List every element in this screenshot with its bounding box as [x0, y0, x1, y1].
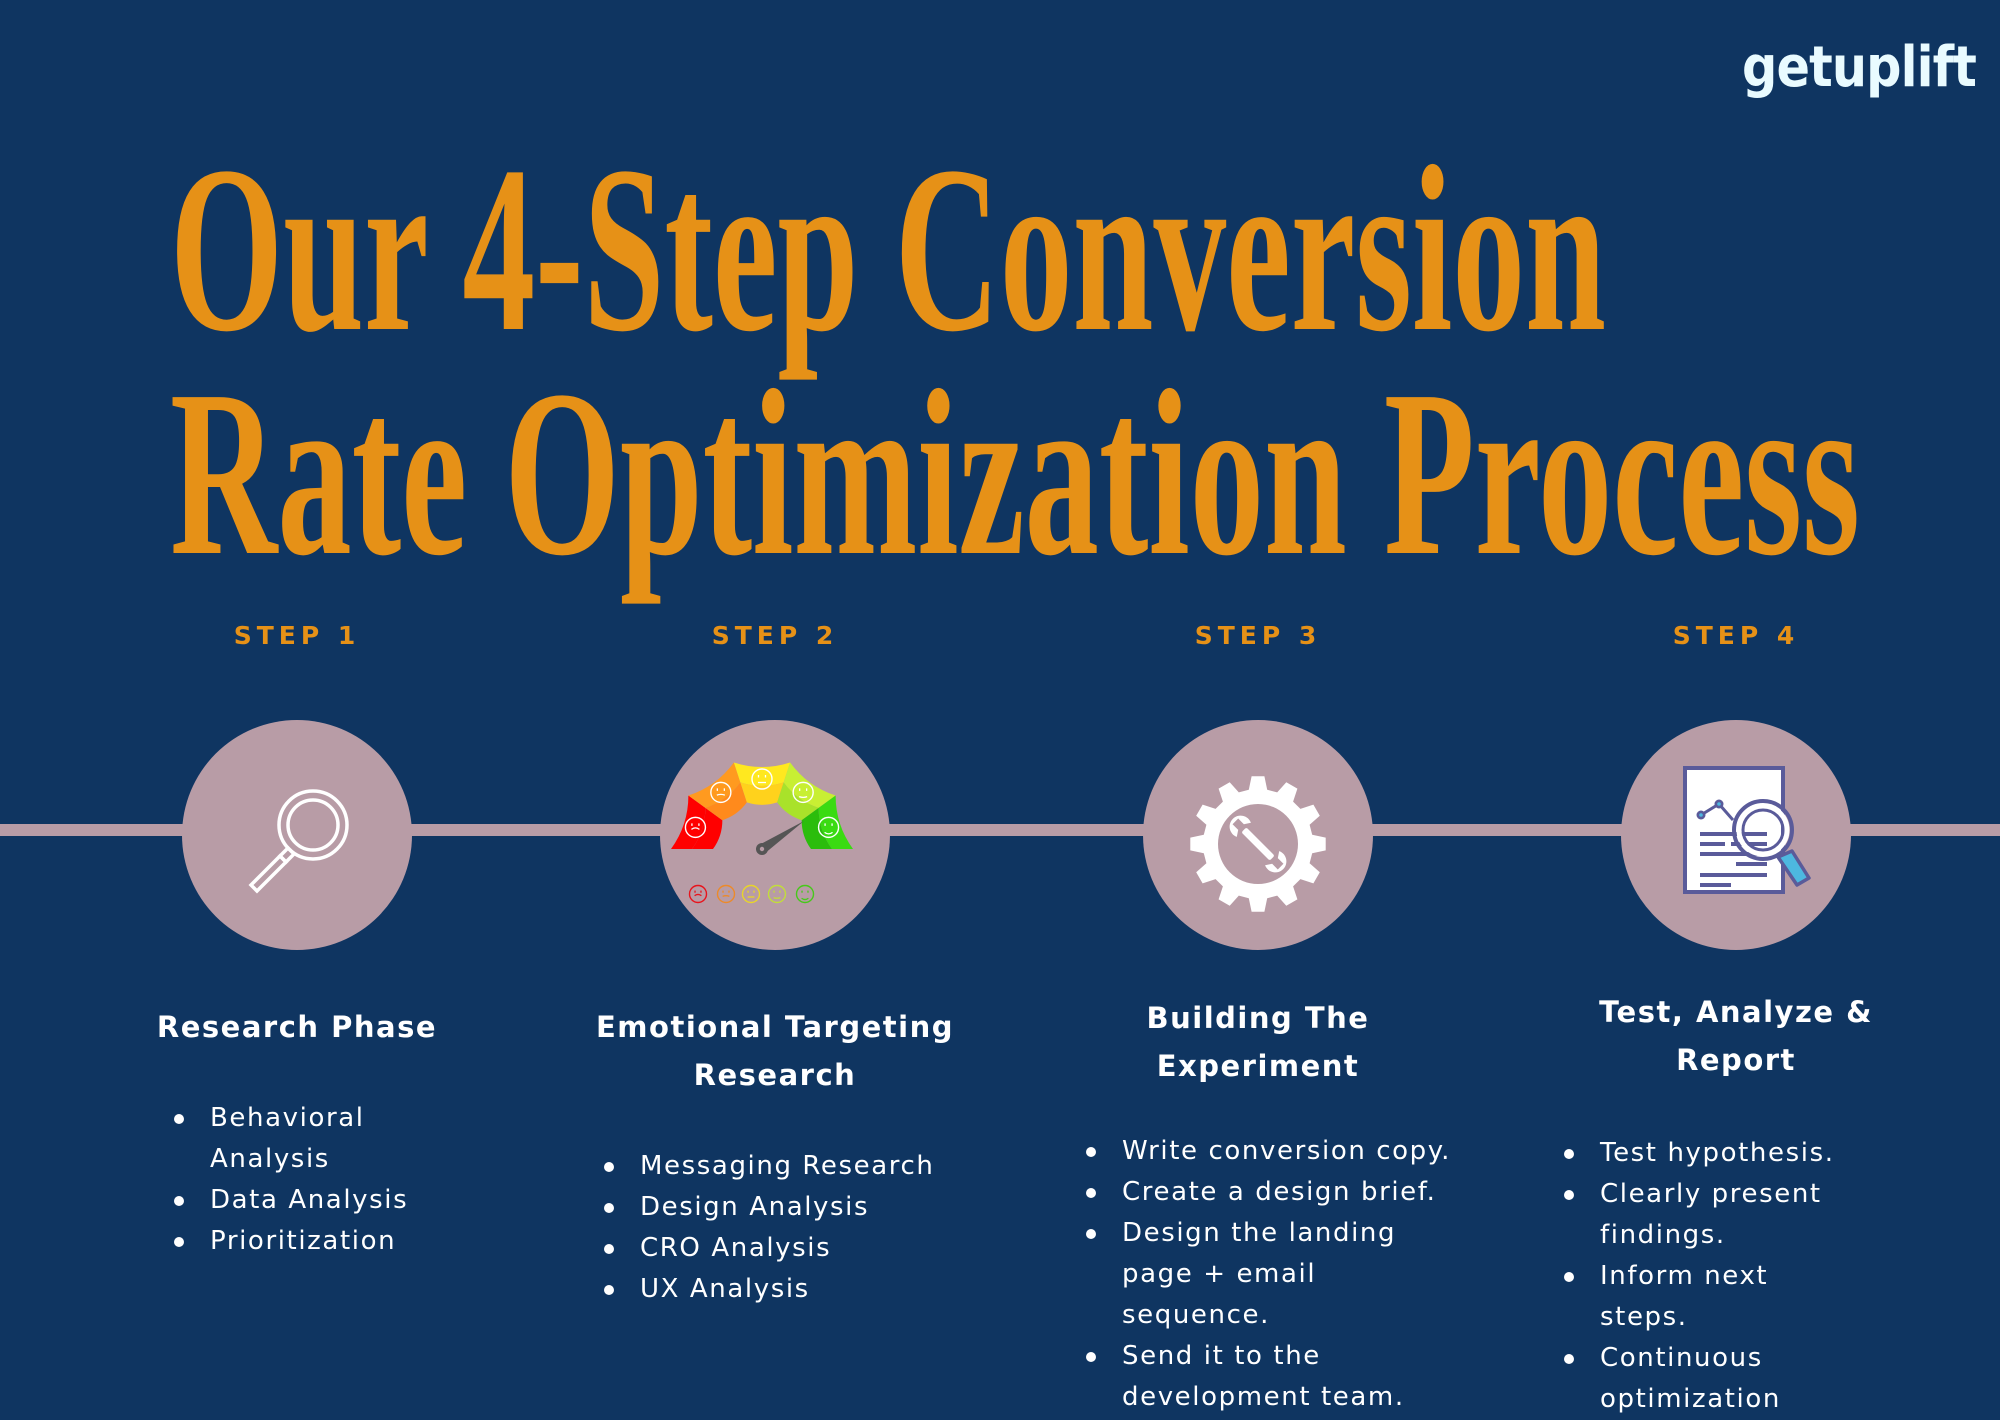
rating-face-icon: [688, 884, 708, 904]
step-label-2: STEP 2: [711, 621, 839, 650]
list-item-text: Behavioral Analysis: [210, 1103, 365, 1174]
bullet-icon: [604, 1244, 614, 1254]
list-item-text: Design Analysis: [640, 1192, 870, 1222]
list-item-text: Inform next steps.: [1600, 1261, 1769, 1332]
list-item-text: Create a design brief.: [1122, 1177, 1437, 1207]
bullet-icon: [174, 1237, 184, 1247]
bullet-icon: [1564, 1354, 1574, 1364]
bullet-icon: [604, 1285, 614, 1295]
step-4-heading-line: Report: [1676, 1043, 1796, 1077]
step-3-heading-line: Experiment: [1156, 1049, 1360, 1083]
page-title-line-1: Our 4-Step Conversion: [170, 118, 1606, 381]
bullet-icon: [1086, 1147, 1096, 1157]
list-item: CRO Analysis: [604, 1228, 1004, 1269]
list-item-text: Test hypothesis.: [1600, 1138, 1835, 1168]
list-item-text: Data Analysis: [210, 1185, 409, 1215]
bullet-icon: [1564, 1272, 1574, 1282]
list-item-text: Prioritization: [210, 1226, 397, 1256]
list-item: Messaging Research: [604, 1146, 1004, 1187]
bullet-icon: [604, 1203, 614, 1213]
bullet-icon: [1086, 1352, 1096, 1362]
step-1-heading-line: Research Phase: [156, 1010, 438, 1044]
list-item: Create a design brief.: [1086, 1172, 1466, 1213]
gauge-needle: [756, 821, 804, 855]
step-3-circle: [1143, 720, 1373, 950]
step-1-heading: Research Phase: [97, 1003, 497, 1051]
step-1-list: Behavioral Analysis Data Analysis Priori…: [174, 1098, 414, 1262]
list-item: Clearly present findings.: [1564, 1174, 1864, 1256]
list-item-text: Messaging Research: [640, 1151, 935, 1181]
step-2-circle: [660, 720, 890, 950]
list-item-text: UX Analysis: [640, 1274, 810, 1304]
rating-face-icon: [741, 884, 761, 904]
page-title-line-2: Rate Optimization Process: [170, 342, 1860, 605]
bullet-icon: [174, 1114, 184, 1124]
list-item-text: Write conversion copy.: [1122, 1136, 1451, 1166]
rating-face-icon: [767, 884, 787, 904]
list-item-text: Continuous optimization: [1600, 1343, 1781, 1414]
list-item-text: CRO Analysis: [640, 1233, 832, 1263]
list-item: Data Analysis: [174, 1180, 414, 1221]
rating-face-icon: [795, 884, 815, 904]
step-2-heading: Emotional Targeting Research: [575, 1003, 975, 1099]
step-label-4: STEP 4: [1672, 621, 1800, 650]
step-1-circle: [182, 720, 412, 950]
list-item-text: Clearly present findings.: [1600, 1179, 1822, 1250]
list-item: Prioritization: [174, 1221, 414, 1262]
list-item: Design Analysis: [604, 1187, 1004, 1228]
list-item: Test hypothesis.: [1564, 1133, 1864, 1174]
list-item: Behavioral Analysis: [174, 1098, 414, 1180]
step-3-heading-line: Building The: [1146, 1001, 1370, 1035]
list-item: Write conversion copy.: [1086, 1131, 1466, 1172]
bullet-icon: [1086, 1188, 1096, 1198]
emotion-gauge-icon: [671, 762, 853, 904]
step-2-heading-line: Emotional Targeting: [596, 1010, 954, 1044]
step-2-list: Messaging Research Design Analysis CRO A…: [604, 1146, 1004, 1310]
step-4-heading: Test, Analyze & Report: [1536, 988, 1936, 1084]
magnifying-glass-icon: [248, 789, 349, 894]
step-3-heading: Building The Experiment: [1058, 994, 1458, 1090]
list-item-text: Design the landing page + email sequence…: [1122, 1218, 1397, 1330]
step-label-3: STEP 3: [1194, 621, 1322, 650]
getuplift-logo: getuplift: [1742, 38, 1978, 108]
step-3-list: Write conversion copy. Create a design b…: [1086, 1131, 1466, 1418]
step-4-circle: [1621, 720, 1851, 950]
rating-face-icon: [716, 884, 736, 904]
list-item: Continuous optimization: [1564, 1338, 1864, 1420]
bullet-icon: [1564, 1149, 1574, 1159]
list-item: Send it to the development team.: [1086, 1336, 1466, 1418]
bullet-icon: [1086, 1229, 1096, 1239]
list-item: Inform next steps.: [1564, 1256, 1864, 1338]
step-label-1: STEP 1: [233, 621, 361, 650]
gear-wrench-icon: [1190, 776, 1326, 912]
bullet-icon: [1564, 1190, 1574, 1200]
list-item-text: Send it to the development team.: [1122, 1341, 1405, 1412]
step-2-heading-line: Research: [693, 1058, 857, 1092]
bullet-icon: [174, 1196, 184, 1206]
list-item: Design the landing page + email sequence…: [1086, 1213, 1466, 1336]
logo-text: getuplift: [1742, 35, 1977, 100]
step-4-list: Test hypothesis. Clearly present finding…: [1564, 1133, 1864, 1420]
list-item: UX Analysis: [604, 1269, 1004, 1310]
wrench-icon: [1229, 815, 1287, 873]
bullet-icon: [604, 1162, 614, 1172]
report-magnifier-icon: [1683, 766, 1811, 894]
step-4-heading-line: Test, Analyze &: [1599, 995, 1873, 1029]
